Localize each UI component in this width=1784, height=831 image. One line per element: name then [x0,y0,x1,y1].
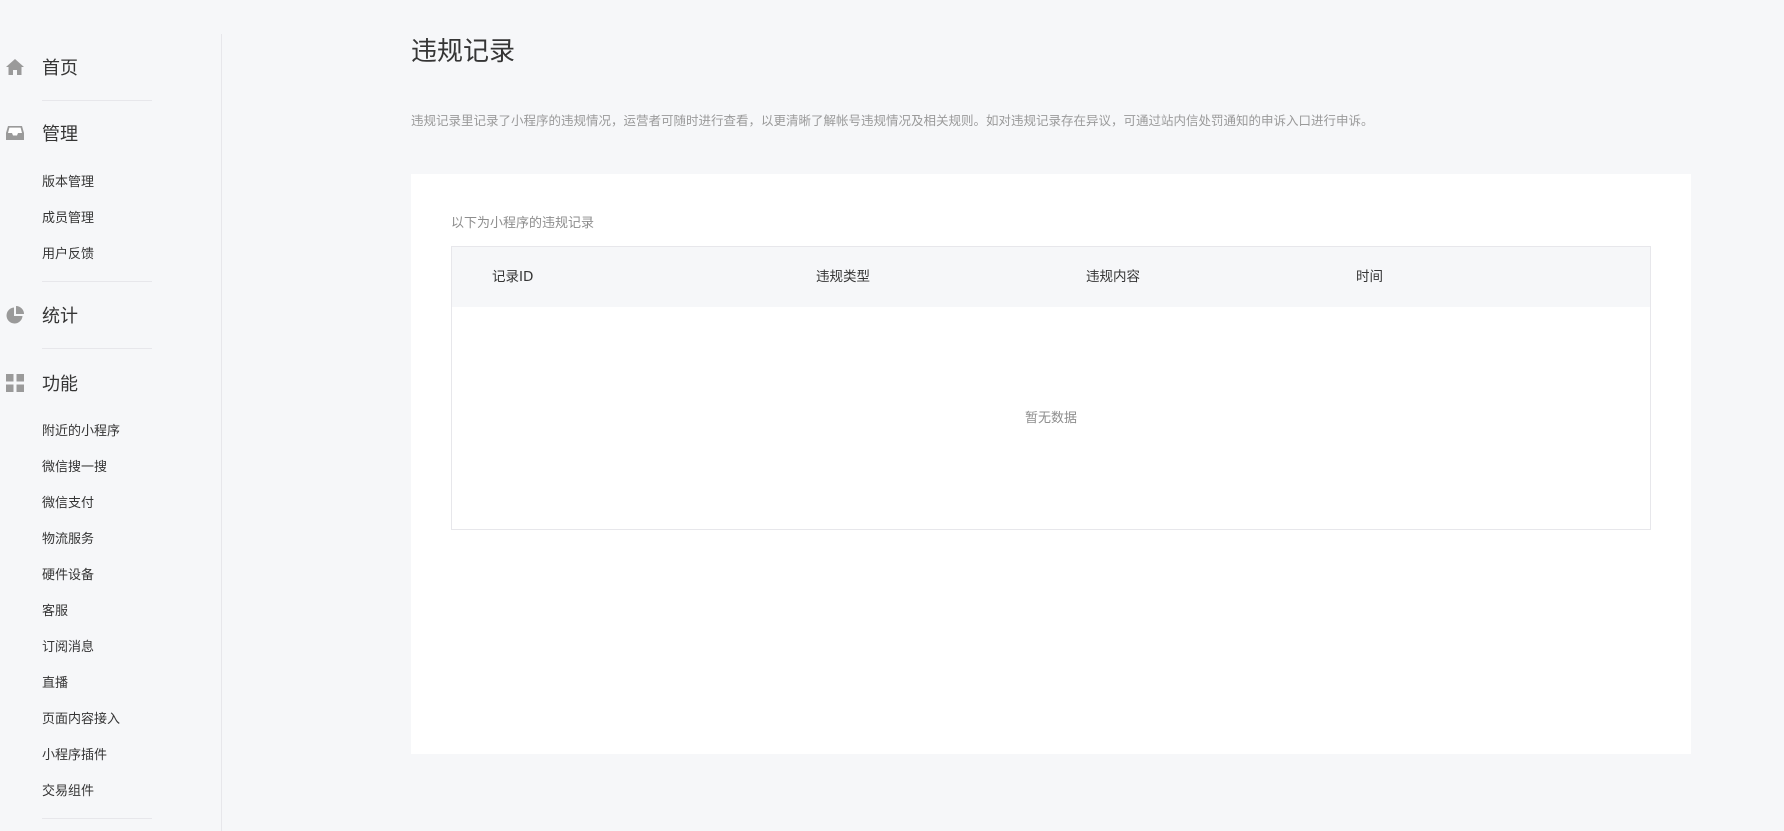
sidebar-item-label: 功能 [42,374,78,395]
sidebar-item-logistics[interactable]: 物流服务 [42,531,94,549]
page-description: 违规记录里记录了小程序的违规情况，运营者可随时进行查看，以更清晰了解帐号违规情况… [411,113,1374,128]
page-title: 违规记录 [411,37,516,67]
card-caption: 以下为小程序的违规记录 [451,216,595,231]
sidebar-item-trade-component[interactable]: 交易组件 [42,783,94,801]
inbox-icon [4,122,26,144]
column-header-time: 时间 [1356,269,1383,285]
sidebar-divider [42,818,152,819]
sidebar-item-nearby-miniprogram[interactable]: 附近的小程序 [42,423,120,441]
grid-icon [4,372,26,394]
column-header-record-id: 记录ID [492,269,534,285]
column-header-violation-content: 违规内容 [1086,269,1140,285]
table-empty-state: 暂无数据 [1024,411,1077,426]
sidebar-item-user-feedback[interactable]: 用户反馈 [42,246,94,264]
sidebar-divider [42,100,152,101]
sidebar-item-plugins[interactable]: 小程序插件 [42,747,107,765]
sidebar-item-label: 统计 [42,306,78,327]
violation-records-card: 以下为小程序的违规记录 记录ID 违规类型 违规内容 时间 暂无数据 [411,174,1691,754]
sidebar-item-wechat-pay[interactable]: 微信支付 [42,495,94,513]
sidebar-item-version-management[interactable]: 版本管理 [42,174,94,192]
sidebar-item-wechat-search[interactable]: 微信搜一搜 [42,459,107,477]
sidebar-divider [42,348,152,349]
home-icon [4,56,26,78]
sidebar-nav: 首页 管理 版本管理 成员管理 用户反馈 统计 功能 附近的小程序 微信搜一搜 … [0,34,222,831]
sidebar-item-customer-service[interactable]: 客服 [42,603,68,621]
sidebar-item-page-content[interactable]: 页面内容接入 [42,711,120,729]
sidebar-item-label: 首页 [42,58,78,79]
sidebar-item-live[interactable]: 直播 [42,675,68,693]
sidebar-item-subscription-message[interactable]: 订阅消息 [42,639,94,657]
sidebar-item-label: 管理 [42,124,78,145]
sidebar-divider [42,281,152,282]
sidebar-item-hardware[interactable]: 硬件设备 [42,567,94,585]
column-header-violation-type: 违规类型 [816,269,870,285]
sidebar-item-member-management[interactable]: 成员管理 [42,210,94,228]
pie-chart-icon [4,304,26,326]
violation-records-table: 记录ID 违规类型 违规内容 时间 暂无数据 [451,246,1651,530]
table-header: 记录ID 违规类型 违规内容 时间 [452,247,1650,307]
